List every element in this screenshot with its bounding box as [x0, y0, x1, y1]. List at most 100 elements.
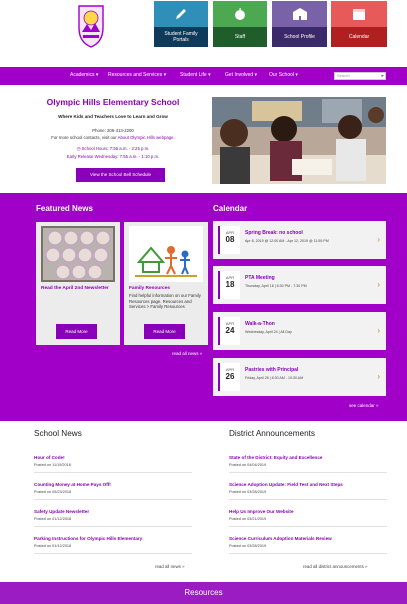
site-header: Student Family Portals Staff School Prof… [0, 0, 407, 67]
quick-link-portals[interactable]: Student Family Portals [154, 1, 208, 47]
news-item[interactable]: Hour of Code! Posted on 11/19/2018 [34, 455, 192, 473]
calendar-event[interactable]: APR 18 PTA Meeting Thursday, April 18 | … [213, 266, 386, 304]
quick-link-staff[interactable]: Staff [213, 1, 267, 47]
search-input[interactable]: Search ▸ [334, 72, 386, 80]
card-title[interactable]: Family Resources [129, 286, 205, 292]
read-all-news-link[interactable]: read all news » [155, 564, 185, 569]
early-release: Early Release Wednesday: 7:55 a.m. - 1:1… [66, 154, 160, 159]
chevron-right-icon: › [377, 280, 380, 289]
quick-link-calendar[interactable]: Calendar [331, 1, 387, 47]
school-building-icon [292, 8, 307, 20]
event-time: Thursday, April 18 | 6:30 PM - 7:30 PM [245, 284, 307, 288]
classroom-photo [212, 97, 386, 184]
quick-link-label: School Profile [272, 27, 327, 47]
nav-student-life[interactable]: Student Life ▾ [180, 72, 211, 78]
cookies-photo [41, 226, 115, 282]
event-day: 08 [225, 235, 235, 244]
news-title[interactable]: Safety Update Newsletter [34, 509, 192, 514]
chevron-right-icon: › [377, 235, 380, 244]
pencil-icon [176, 9, 186, 19]
featured-band: Featured News Calendar Read the April 2n… [0, 193, 407, 421]
bell-schedule-button[interactable]: View the School Bell Schedule [76, 168, 165, 182]
quick-link-label: Student Family Portals [154, 27, 208, 47]
about-link[interactable]: About Olympic Hills webpage. [118, 135, 175, 140]
nav-our-school[interactable]: Our School ▾ [269, 72, 298, 78]
event-time: Apr 8, 2019 @ 12:00 AM - Apr 12, 2019 @ … [245, 239, 329, 243]
announcement-title[interactable]: State of the District: Equity and Excell… [229, 455, 387, 460]
calendar-event[interactable]: APR 08 Spring Break: no school Apr 8, 20… [213, 221, 386, 259]
calendar-heading: Calendar [213, 204, 248, 213]
contacts-text: For more school contacts, visit our Abou… [10, 135, 216, 140]
all-news-link[interactable]: read all news » [172, 351, 202, 356]
announcement-date: Posted on 03/28/2019 [229, 490, 267, 494]
news-item[interactable]: Counting Money at Home Pays Off! Posted … [34, 482, 192, 500]
quick-link-label: Staff [213, 27, 267, 47]
chevron-right-icon: › [377, 372, 380, 381]
read-more-button[interactable]: Read More [144, 324, 185, 339]
event-day: 24 [225, 326, 235, 335]
search-placeholder: Search [337, 73, 350, 78]
event-title[interactable]: Walk-a-Thon [245, 321, 275, 327]
news-date: Posted on 01/12/2018 [34, 517, 72, 521]
event-date: APR 24 [218, 317, 240, 345]
resources-bar[interactable]: Resources [0, 582, 407, 604]
school-news-heading: School News [34, 429, 82, 438]
event-date: APR 26 [218, 363, 240, 391]
announcement-date: Posted on 03/21/2019 [229, 517, 267, 521]
featured-card: Family Resources Find helpful informatio… [124, 222, 208, 345]
news-title[interactable]: Counting Money at Home Pays Off! [34, 482, 192, 487]
announcement-title[interactable]: Science Curriculum Adoption Materials Re… [229, 536, 387, 541]
event-time: Friday, April 26 | 8:30 AM - 10:30 AM [245, 376, 304, 380]
news-date: Posted on 05/23/2018 [34, 490, 72, 494]
announcement-item[interactable]: Help Us Improve Our Website Posted on 03… [229, 509, 387, 527]
event-date: APR 08 [218, 226, 240, 254]
news-title[interactable]: Parking Instructions for Olympic Hills E… [34, 536, 192, 541]
event-date: APR 18 [218, 271, 240, 299]
calendar-event[interactable]: APR 24 Walk-a-Thon Wednesday, April 24 |… [213, 312, 386, 350]
read-more-button[interactable]: Read More [56, 324, 97, 339]
news-item[interactable]: Parking Instructions for Olympic Hills E… [34, 536, 192, 554]
main-nav: Academics ▾ Resources and Services ▾ Stu… [0, 67, 407, 85]
phone-text: Phone: 206-413-2200 [92, 128, 134, 133]
card-title[interactable]: Read the April 2nd Newsletter [41, 286, 117, 292]
event-title[interactable]: PTA Meeting [245, 275, 275, 281]
event-day: 26 [225, 372, 235, 381]
district-heading: District Announcements [229, 429, 316, 438]
nav-get-involved[interactable]: Get Involved ▾ [225, 72, 257, 78]
quick-link-label: Calendar [331, 27, 387, 47]
news-date: Posted on 11/19/2018 [34, 463, 71, 467]
news-date: Posted on 01/12/2018 [34, 544, 72, 548]
nav-resources[interactable]: Resources and Services ▾ [108, 72, 166, 78]
announcement-date: Posted on 04/04/2019 [229, 463, 267, 467]
calendar-event[interactable]: APR 26 Pastries with Principal Friday, A… [213, 358, 386, 396]
family-drawing [129, 226, 203, 282]
see-calendar-link[interactable]: see calendar » [349, 403, 379, 408]
nav-academics[interactable]: Academics ▾ [70, 72, 98, 78]
announcement-item[interactable]: State of the District: Equity and Excell… [229, 455, 387, 473]
school-crest-logo[interactable] [76, 2, 106, 49]
announcement-item[interactable]: Science Curriculum Adoption Materials Re… [229, 536, 387, 554]
news-title[interactable]: Hour of Code! [34, 455, 192, 460]
event-time: Wednesday, April 24 | All Day [245, 330, 292, 334]
read-all-announcements-link[interactable]: read all district announcements » [303, 564, 367, 569]
tagline: Where Kids and Teachers Love to Learn an… [58, 114, 168, 119]
announcement-title[interactable]: Help Us Improve Our Website [229, 509, 387, 514]
featured-heading: Featured News [36, 204, 93, 213]
page-title: Olympic Hills Elementary School [46, 97, 180, 107]
chevron-right-icon: › [377, 326, 380, 335]
calendar-icon [353, 9, 365, 20]
contacts-prefix: For more school contacts, visit our [51, 135, 118, 140]
news-item[interactable]: Safety Update Newsletter Posted on 01/12… [34, 509, 192, 527]
card-desc: Find helpful information on our Family R… [129, 293, 201, 309]
event-title[interactable]: Spring Break: no school [245, 230, 303, 236]
search-button[interactable]: ▸ [381, 73, 384, 79]
announcement-title[interactable]: Science Adoption Update: Field Test and … [229, 482, 387, 487]
quick-link-profile[interactable]: School Profile [272, 1, 327, 47]
announcement-date: Posted on 03/28/2019 [229, 544, 267, 548]
apple-icon [235, 8, 245, 20]
event-title[interactable]: Pastries with Principal [245, 367, 298, 373]
featured-card: Read the April 2nd Newsletter Read More [36, 222, 120, 345]
event-day: 18 [225, 280, 235, 289]
announcement-item[interactable]: Science Adoption Update: Field Test and … [229, 482, 387, 500]
school-hours: ◷ School Hours: 7:55 a.m. - 2:25 p.m. [76, 146, 150, 151]
